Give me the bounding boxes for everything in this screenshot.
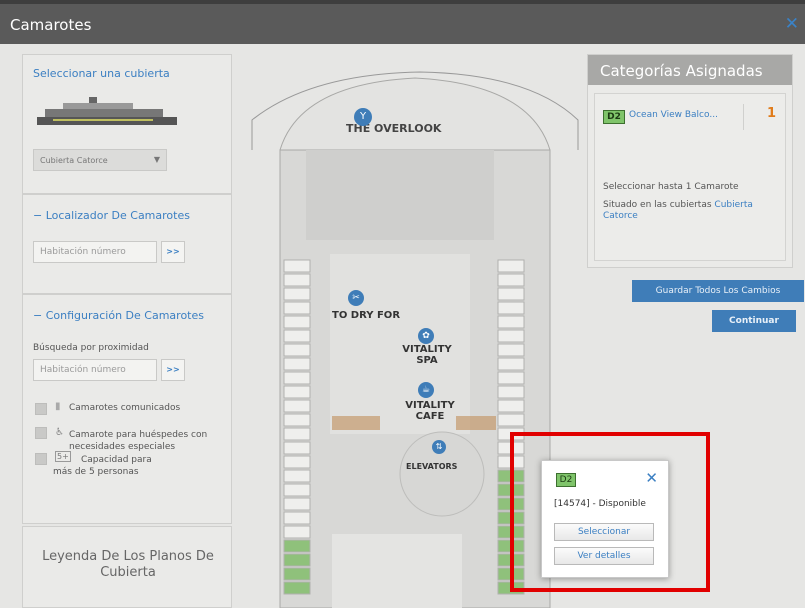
capacity-checkbox[interactable] bbox=[35, 453, 47, 465]
window-title: Camarotes bbox=[10, 16, 92, 34]
locator-cabin-input[interactable]: Habitación número bbox=[33, 241, 157, 263]
cabin-cell[interactable] bbox=[497, 343, 525, 357]
accessible-cabin-label: Camarote para huéspedes con necesidades … bbox=[69, 430, 208, 452]
cabin-cell[interactable] bbox=[283, 287, 311, 301]
category-name: Ocean View Balco... bbox=[629, 110, 718, 120]
locator-title[interactable]: − Localizador De Camarotes bbox=[33, 209, 190, 222]
elevator-icon: ⇅ bbox=[432, 440, 446, 454]
close-icon[interactable]: ✕ bbox=[785, 14, 799, 34]
cafe-icon: ☕ bbox=[418, 382, 434, 398]
cabin-cell[interactable] bbox=[283, 301, 311, 315]
salon-icon: ✂ bbox=[348, 290, 364, 306]
cabin-config-panel: − Configuración De Camarotes Búsqueda po… bbox=[22, 294, 232, 524]
capacity-label: Capacidad para bbox=[81, 455, 152, 465]
cabin-cell[interactable] bbox=[283, 483, 311, 497]
select-deck-link[interactable]: Seleccionar una cubierta bbox=[33, 67, 170, 80]
save-all-button[interactable]: Guardar Todos Los Cambios bbox=[632, 280, 804, 302]
cabin-cell[interactable] bbox=[283, 469, 311, 483]
cabin-cell[interactable] bbox=[497, 357, 525, 371]
deck-dropdown-value: Cubierta Catorce bbox=[40, 156, 108, 165]
connecting-doors-icon: ▮ bbox=[55, 401, 61, 412]
connecting-cabins-label: Camarotes comunicados bbox=[69, 403, 181, 413]
continue-button[interactable]: Continuar bbox=[712, 310, 796, 332]
cabin-cell[interactable] bbox=[283, 357, 311, 371]
config-title-text: Configuración De Camarotes bbox=[45, 309, 204, 322]
accessible-icon: ♿ bbox=[55, 427, 64, 438]
cabin-cell[interactable] bbox=[283, 567, 311, 581]
view-details-button[interactable]: Ver detalles bbox=[554, 547, 654, 565]
cabin-cell[interactable] bbox=[283, 441, 311, 455]
category-code-badge: D2 bbox=[603, 110, 625, 124]
chevron-down-icon: ▼ bbox=[153, 155, 160, 164]
cabin-cell[interactable] bbox=[283, 525, 311, 539]
cabin-cell[interactable] bbox=[283, 455, 311, 469]
select-up-to-label: Seleccionar hasta 1 Camarote bbox=[603, 182, 739, 192]
cabin-cell[interactable] bbox=[497, 287, 525, 301]
cabin-cell[interactable] bbox=[497, 413, 525, 427]
cabin-cell[interactable] bbox=[283, 553, 311, 567]
cabin-cell[interactable] bbox=[497, 371, 525, 385]
cabin-cell[interactable] bbox=[283, 343, 311, 357]
cabin-cell[interactable] bbox=[283, 497, 311, 511]
located-prefix: Situado en las cubiertas bbox=[603, 200, 712, 210]
proximity-go-button[interactable]: >> bbox=[161, 359, 185, 381]
legend-title[interactable]: Leyenda De Los Planos De Cubierta bbox=[33, 549, 223, 581]
cabin-cell[interactable] bbox=[283, 511, 311, 525]
vitality-spa-label: VITALITY SPA bbox=[402, 344, 452, 366]
select-cabin-button[interactable]: Seleccionar bbox=[554, 523, 654, 541]
locator-title-text: Localizador De Camarotes bbox=[45, 209, 190, 222]
category-card[interactable]: D2 Ocean View Balco... 1 Seleccionar has… bbox=[594, 93, 786, 261]
cabin-cell[interactable] bbox=[497, 399, 525, 413]
cabin-cell[interactable] bbox=[283, 581, 311, 595]
popup-code-badge: D2 bbox=[556, 473, 576, 487]
proximity-cabin-input[interactable]: Habitación número bbox=[33, 359, 157, 381]
assigned-categories-panel: Categorías Asignadas D2 Ocean View Balco… bbox=[587, 54, 793, 268]
config-title[interactable]: − Configuración De Camarotes bbox=[33, 309, 204, 322]
legend-panel: Leyenda De Los Planos De Cubierta bbox=[22, 526, 232, 608]
proximity-label: Búsqueda por proximidad bbox=[33, 343, 149, 353]
cabin-cell[interactable] bbox=[497, 329, 525, 343]
cabin-cell[interactable] bbox=[283, 413, 311, 427]
spa-icon: ✿ bbox=[418, 328, 434, 344]
category-count: 1 bbox=[767, 106, 777, 121]
capacity-icon: 5+ bbox=[55, 451, 71, 462]
cabin-cell[interactable] bbox=[283, 399, 311, 413]
capacity-label-2: más de 5 personas bbox=[53, 467, 139, 477]
to-dry-for-label: TO DRY FOR bbox=[332, 310, 401, 321]
cabin-cell[interactable] bbox=[283, 539, 311, 553]
cabin-cell[interactable] bbox=[497, 385, 525, 399]
cabin-popup: D2 ✕ [14574] - Disponible Seleccionar Ve… bbox=[541, 460, 669, 578]
vitality-cafe-label: VITALITY CAFE bbox=[405, 400, 455, 422]
cabin-cell[interactable] bbox=[283, 315, 311, 329]
ship-icon bbox=[37, 97, 177, 125]
divider bbox=[743, 104, 744, 130]
cabin-cell[interactable] bbox=[283, 329, 311, 343]
cabin-locator-panel: − Localizador De Camarotes Habitación nú… bbox=[22, 194, 232, 294]
deck-dropdown[interactable]: Cubierta Catorce ▼ bbox=[33, 149, 167, 171]
cabin-cell[interactable] bbox=[283, 385, 311, 399]
locator-go-button[interactable]: >> bbox=[161, 241, 185, 263]
cabin-cell[interactable] bbox=[283, 427, 311, 441]
assigned-categories-title: Categorías Asignadas bbox=[588, 55, 792, 85]
connecting-cabins-checkbox[interactable] bbox=[35, 403, 47, 415]
accessible-cabin-checkbox[interactable] bbox=[35, 427, 47, 439]
cabin-cell[interactable] bbox=[497, 273, 525, 287]
cabin-cell[interactable] bbox=[497, 301, 525, 315]
elevators-label: ELEVATORS bbox=[406, 462, 458, 471]
cabin-cell[interactable] bbox=[283, 259, 311, 273]
cabin-cell[interactable] bbox=[497, 315, 525, 329]
cabin-cell[interactable] bbox=[283, 273, 311, 287]
close-icon[interactable]: ✕ bbox=[645, 469, 658, 487]
cabin-cell[interactable] bbox=[283, 371, 311, 385]
located-on-decks: Situado en las cubiertas Cubierta Catorc… bbox=[603, 200, 779, 222]
bar-icon: Y bbox=[354, 108, 372, 126]
deck-selector-panel: Seleccionar una cubierta Cubierta Catorc… bbox=[22, 54, 232, 194]
cabin-cell[interactable] bbox=[497, 259, 525, 273]
cabin-status: [14574] - Disponible bbox=[554, 499, 646, 509]
title-bar: Camarotes ✕ bbox=[0, 0, 805, 44]
